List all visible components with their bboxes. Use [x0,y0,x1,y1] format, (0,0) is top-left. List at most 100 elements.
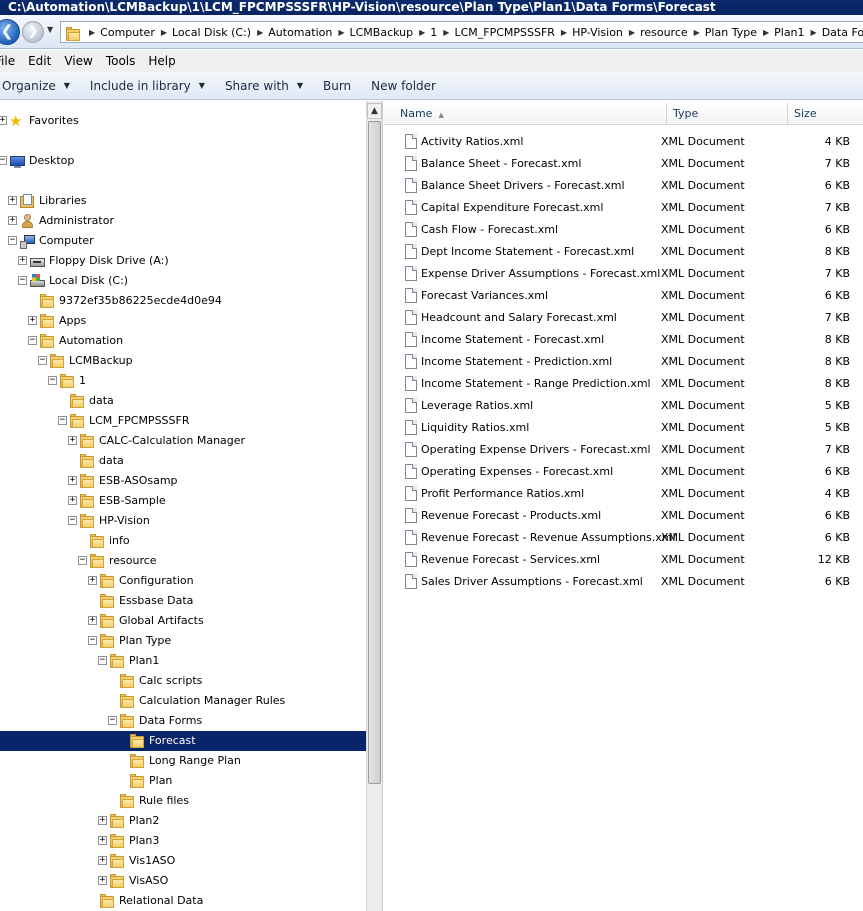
collapse-icon[interactable]: − [108,716,117,725]
collapse-icon[interactable]: − [78,556,87,565]
tree-item[interactable]: + Apps [0,311,366,331]
file-row[interactable]: Income Statement - Forecast.xml XML Docum… [384,329,863,351]
burn-button[interactable]: Burn [323,79,351,93]
back-button[interactable]: ❮ [0,19,20,45]
file-row[interactable]: Profit Performance Ratios.xml XML Documen… [384,483,863,505]
tree-item[interactable]: + CALC-Calculation Manager [0,431,366,451]
tree-item[interactable]: − Desktop [0,151,366,171]
file-row[interactable]: Dept Income Statement - Forecast.xml XML … [384,241,863,263]
tree-item[interactable]: − Computer [0,231,366,251]
tree-item[interactable]: −1 [0,371,366,391]
collapse-icon[interactable]: − [68,516,77,525]
collapse-icon[interactable]: − [8,236,17,245]
file-row[interactable]: Activity Ratios.xml XML Document 4 KB [384,131,863,153]
chevron-right-icon[interactable]: ▶ [89,28,95,37]
file-row[interactable]: Income Statement - Range Prediction.xml X… [384,373,863,395]
breadcrumb-item[interactable]: LCM_FPCMPSSSFR [454,26,554,39]
tree-item[interactable]: Calc scripts [0,671,366,691]
expand-icon[interactable]: + [98,836,107,845]
expand-icon[interactable]: + [98,876,107,885]
menu-help[interactable]: Help [148,54,175,68]
expand-icon[interactable]: + [8,216,17,225]
chevron-right-icon[interactable]: ▶ [257,28,263,37]
tree-item[interactable]: + Floppy Disk Drive (A:) [0,251,366,271]
expand-icon[interactable]: + [0,116,7,125]
scroll-thumb[interactable] [368,121,381,784]
tree-item[interactable]: data [0,391,366,411]
file-row[interactable]: Revenue Forecast - Revenue Assumptions.x… [384,527,863,549]
expand-icon[interactable]: + [68,476,77,485]
chevron-right-icon[interactable]: ▶ [338,28,344,37]
breadcrumb-item[interactable]: LCMBackup [350,26,414,39]
expand-icon[interactable]: + [68,496,77,505]
navigation-pane[interactable]: + ★ Favorites − Desktop + Libraries + Administra… [0,101,366,911]
expand-icon[interactable]: + [98,816,107,825]
file-row[interactable]: Forecast Variances.xml XML Document 6 KB [384,285,863,307]
collapse-icon[interactable]: − [0,156,7,165]
menu-edit[interactable]: Edit [28,54,51,68]
tree-item[interactable]: + Vis1ASO [0,851,366,871]
breadcrumb-item[interactable]: Automation [268,26,332,39]
scroll-up-arrow-icon[interactable]: ▲ [367,103,382,119]
tree-item[interactable]: − resource [0,551,366,571]
chevron-right-icon[interactable]: ▶ [561,28,567,37]
expand-icon[interactable]: + [68,436,77,445]
file-row[interactable]: Expense Driver Assumptions - Forecast.xm… [384,263,863,285]
expand-icon[interactable]: + [98,856,107,865]
menu-file[interactable]: File [0,54,15,68]
tree-item[interactable]: + VisASO [0,871,366,891]
column-header-size[interactable]: Size [788,103,863,125]
collapse-icon[interactable]: − [88,636,97,645]
file-row[interactable]: Revenue Forecast - Services.xml XML Docum… [384,549,863,571]
address-box[interactable]: ▶ Computer ▶ Local Disk (C:) ▶ Automation ▶ LC… [60,21,863,43]
tree-item[interactable]: + Plan2 [0,811,366,831]
tree-item[interactable]: + Global Artifacts [0,611,366,631]
file-row[interactable]: Operating Expense Drivers - Forecast.xml… [384,439,863,461]
chevron-right-icon[interactable]: ▶ [161,28,167,37]
tree-item[interactable]: − Plan1 [0,651,366,671]
collapse-icon[interactable]: − [98,656,107,665]
collapse-icon[interactable]: − [18,276,27,285]
tree-item[interactable]: Plan [0,771,366,791]
organize-button[interactable]: Organize ▼ [2,79,70,93]
tree-item[interactable]: Forecast [0,731,366,751]
chevron-right-icon[interactable]: ▶ [811,28,817,37]
tree-item[interactable]: + Configuration [0,571,366,591]
tree-item[interactable]: − Plan Type [0,631,366,651]
tree-item[interactable]: − HP-Vision [0,511,366,531]
expand-icon[interactable]: + [88,576,97,585]
tree-item[interactable]: + Administrator [0,211,366,231]
forward-button[interactable]: ❯ [22,21,44,43]
tree-item[interactable]: − LCMBackup [0,351,366,371]
breadcrumb-item[interactable]: Plan1 [774,26,804,39]
column-header-type[interactable]: Type [667,103,788,125]
tree-item[interactable]: + ★ Favorites [0,111,366,131]
expand-icon[interactable]: + [28,316,37,325]
file-row[interactable]: Revenue Forecast - Products.xml XML Docum… [384,505,863,527]
tree-item[interactable]: 9372ef35b86225ecde4d0e94 [0,291,366,311]
breadcrumb-item[interactable]: Local Disk (C:) [172,26,251,39]
file-row[interactable]: Cash Flow - Forecast.xml XML Document 6 KB [384,219,863,241]
navigation-scrollbar[interactable]: ▲ [366,101,383,911]
tree-item[interactable]: + Libraries [0,191,366,211]
file-row[interactable]: Capital Expenditure Forecast.xml XML Docu… [384,197,863,219]
expand-icon[interactable]: + [18,256,27,265]
file-row[interactable]: Headcount and Salary Forecast.xml XML Doc… [384,307,863,329]
tree-item[interactable]: − LCM_FPCMPSSSFR [0,411,366,431]
chevron-right-icon[interactable]: ▶ [419,28,425,37]
tree-item[interactable]: − Data Forms [0,711,366,731]
tree-item[interactable]: Calculation Manager Rules [0,691,366,711]
collapse-icon[interactable]: − [38,356,47,365]
file-row[interactable]: Balance Sheet - Forecast.xml XML Document… [384,153,863,175]
chevron-right-icon[interactable]: ▶ [629,28,635,37]
file-row[interactable]: Balance Sheet Drivers - Forecast.xml XML … [384,175,863,197]
column-header-name[interactable]: Name ▲ [394,103,667,125]
tree-item[interactable]: − Local Disk (C:) [0,271,366,291]
file-row[interactable]: Liquidity Ratios.xml XML Document 5 KB [384,417,863,439]
chevron-right-icon[interactable]: ▶ [694,28,700,37]
tree-item[interactable]: info [0,531,366,551]
tree-item[interactable]: + Plan3 [0,831,366,851]
tree-item[interactable]: + ESB-ASOsamp [0,471,366,491]
tree-item[interactable]: Long Range Plan [0,751,366,771]
breadcrumb-item[interactable]: resource [640,26,688,39]
